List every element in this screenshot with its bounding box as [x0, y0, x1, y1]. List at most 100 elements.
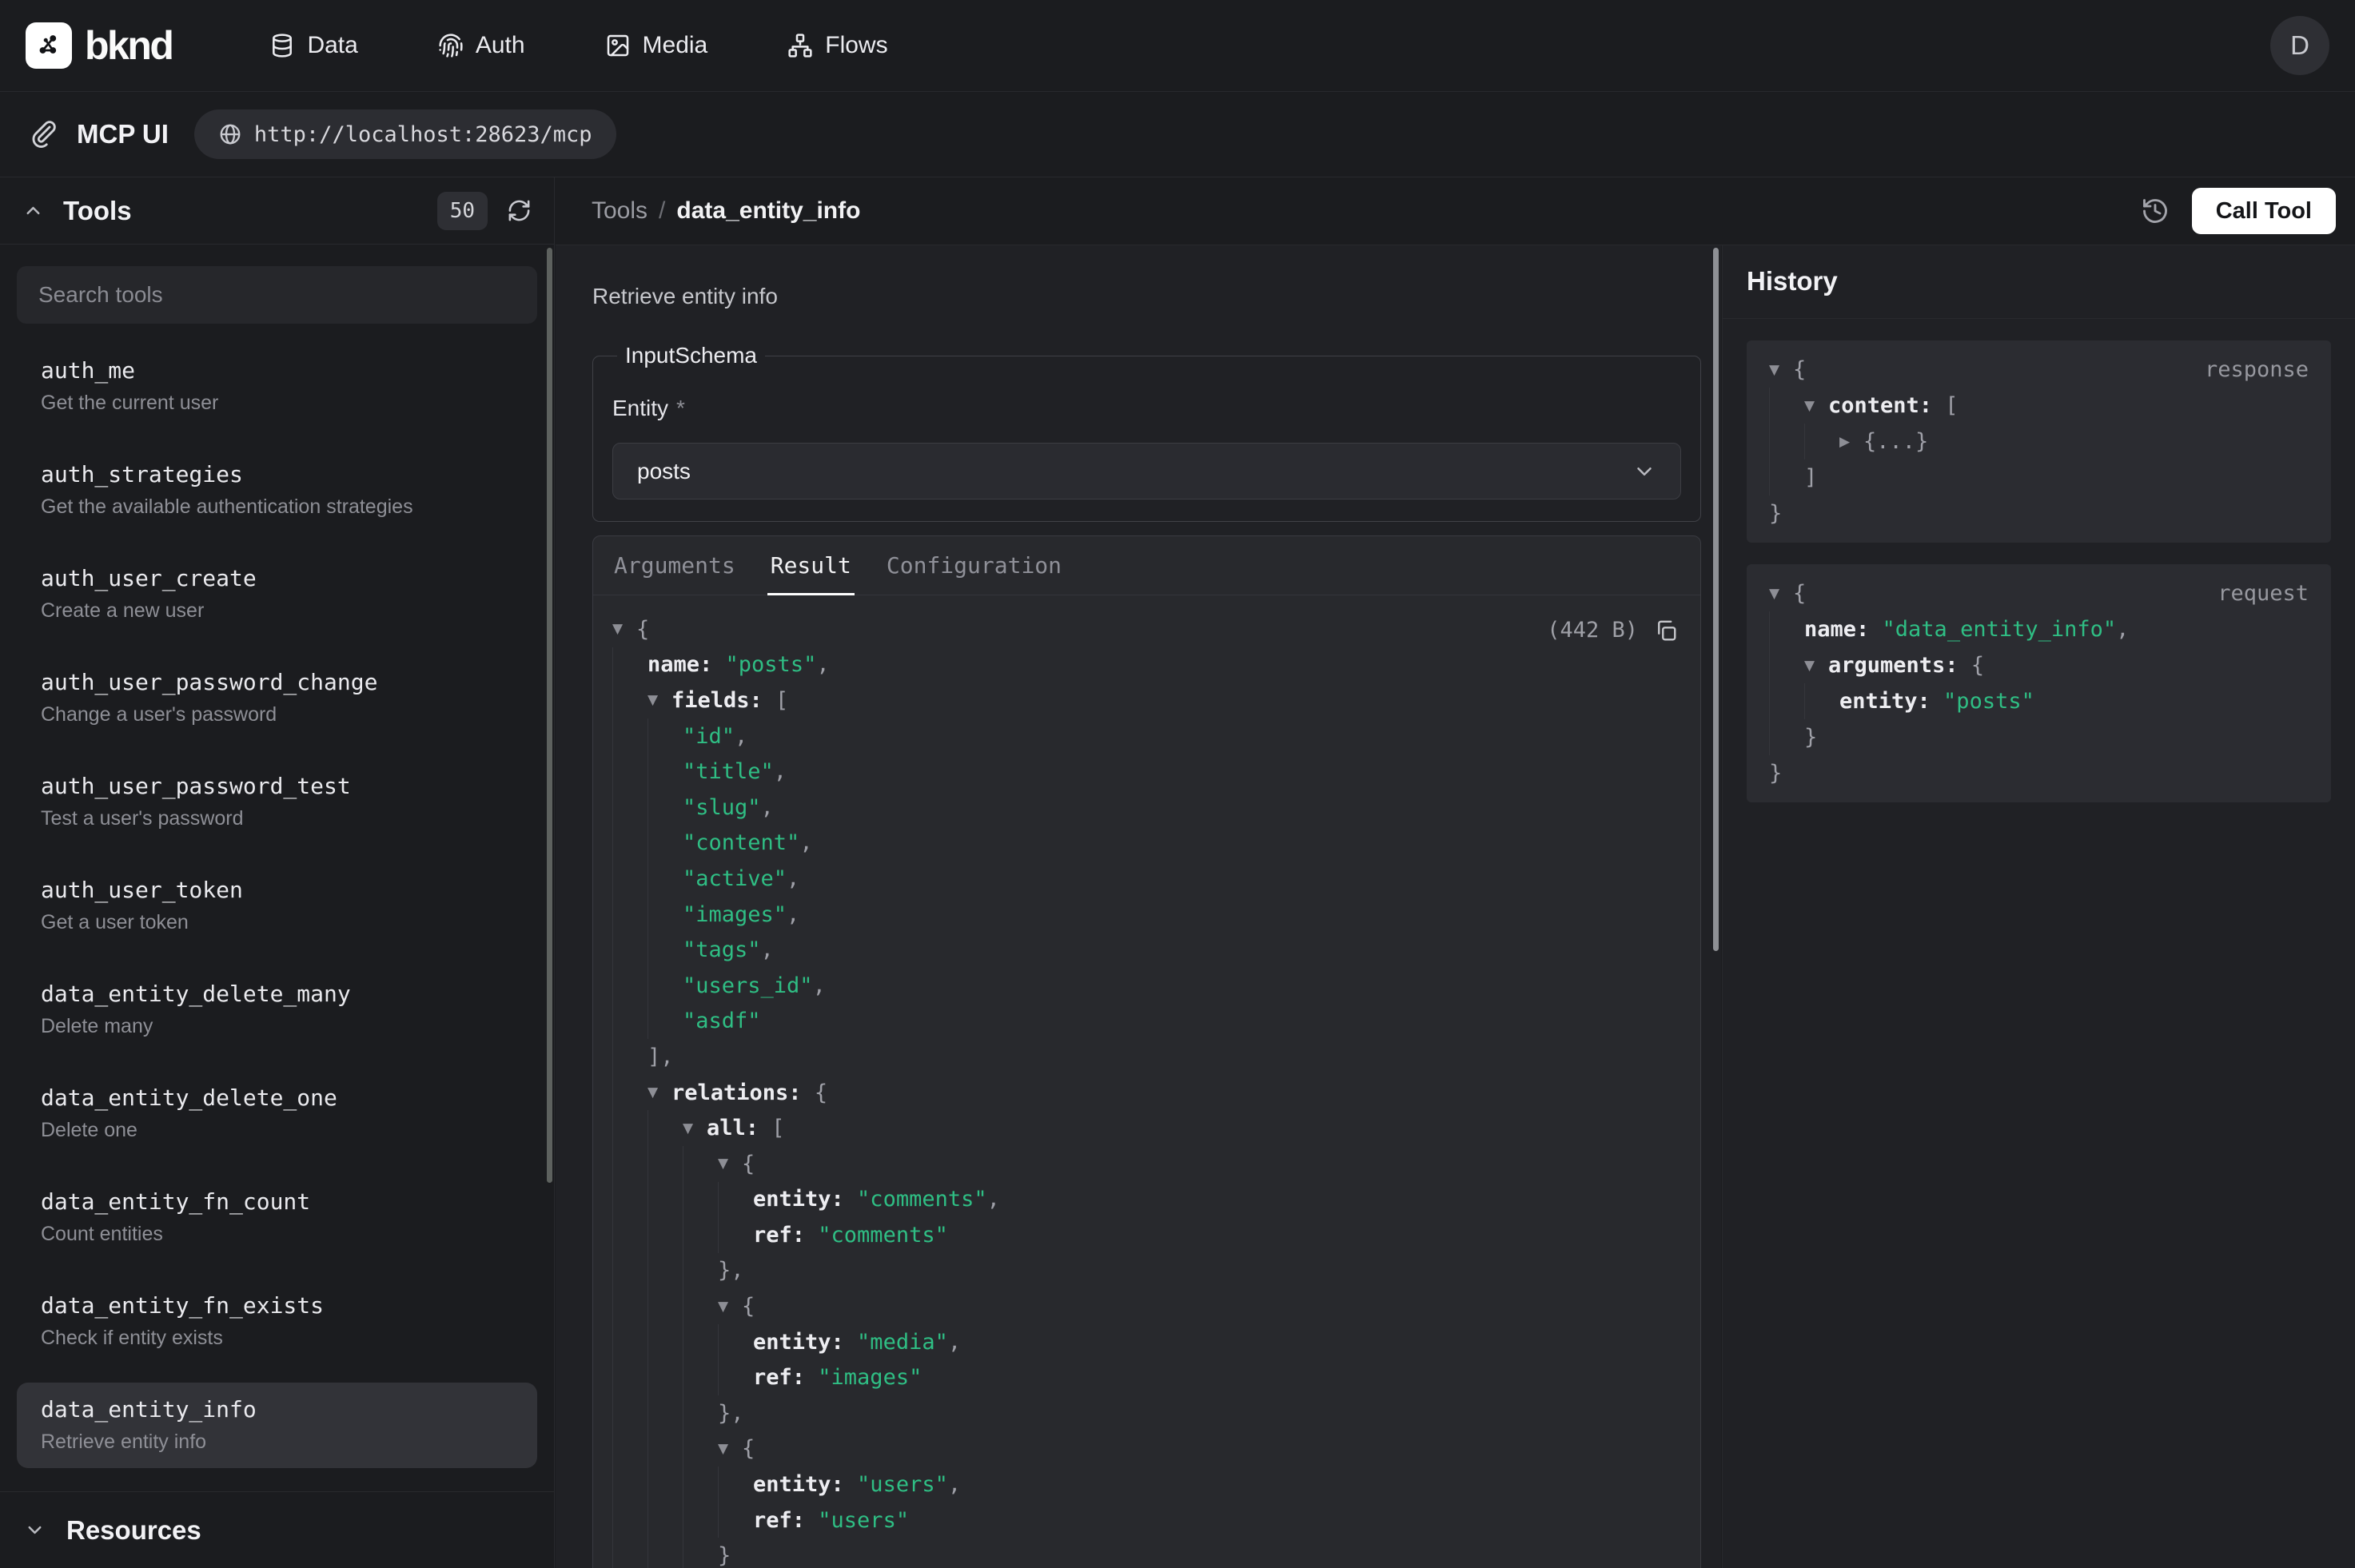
indent-guide [1769, 647, 1804, 683]
entity-select[interactable]: posts [612, 443, 1681, 499]
entity-select-value: posts [637, 459, 691, 484]
globe-icon [218, 122, 242, 146]
input-schema-legend: InputSchema [617, 343, 765, 368]
expand-toggle-icon[interactable]: ▼ [718, 1441, 742, 1457]
chevron-down-icon [24, 1519, 46, 1541]
bknd-logo[interactable]: bknd [26, 22, 172, 69]
expand-toggle-icon[interactable]: ▼ [612, 621, 636, 637]
main-scrollbar[interactable] [1713, 248, 1719, 951]
tool-item-data_entity_delete_many[interactable]: data_entity_delete_manyDelete many [17, 967, 537, 1053]
tab-result[interactable]: Result [771, 536, 851, 595]
tool-item-data_entity_fn_count[interactable]: data_entity_fn_countCount entities [17, 1175, 537, 1260]
expand-toggle-icon[interactable]: ▼ [1769, 586, 1793, 602]
tool-item-auth_user_token[interactable]: auth_user_tokenGet a user token [17, 863, 537, 949]
tool-item-auth_me[interactable]: auth_meGet the current user [17, 344, 537, 429]
expand-toggle-icon[interactable]: ▼ [718, 1299, 742, 1315]
history-entry-request[interactable]: request▼{name: "data_entity_info",▼argum… [1747, 564, 2331, 802]
tool-list: auth_meGet the current user auth_strategi… [0, 324, 554, 1468]
json-line: ▼all: [ [612, 1110, 1681, 1146]
resources-section-header[interactable]: Resources [0, 1491, 554, 1568]
tools-section-title: Tools [63, 196, 132, 226]
history-entry-response[interactable]: response▼{▼content: [▶{...}]} [1747, 340, 2331, 543]
main-header: Tools / data_entity_info Call Tool [556, 177, 2355, 245]
expand-toggle-icon[interactable]: ▼ [1804, 398, 1828, 414]
nav-item-auth[interactable]: Auth [438, 32, 525, 59]
indent-guide [1769, 424, 1804, 460]
tab-configuration[interactable]: Configuration [887, 536, 1062, 595]
avatar[interactable]: D [2270, 16, 2329, 75]
json-line: "content", [612, 826, 1681, 862]
breadcrumb-separator: / [659, 197, 665, 225]
image-icon [605, 33, 631, 58]
indent-guide [612, 1359, 648, 1395]
indent-guide [648, 932, 683, 968]
tool-item-data_entity_fn_exists[interactable]: data_entity_fn_existsCheck if entity exi… [17, 1279, 537, 1364]
tool-description: Change a user's password [41, 703, 513, 726]
tool-name: auth_user_create [41, 566, 513, 591]
indent-guide [683, 1253, 718, 1289]
json-line: ▼{ [612, 1146, 1681, 1182]
indent-guide [648, 826, 683, 862]
tool-name: data_entity_info [41, 1397, 513, 1423]
nav-item-media[interactable]: Media [605, 32, 708, 59]
expand-toggle-icon[interactable]: ▼ [648, 1084, 671, 1100]
brand-name: bknd [85, 22, 172, 69]
indent-guide [612, 826, 648, 862]
json-line: }, [612, 1253, 1681, 1289]
indent-guide [648, 1467, 683, 1502]
tab-bar: Arguments Result Configuration [593, 536, 1700, 595]
mcp-title: MCP UI [77, 119, 169, 149]
indent-guide [683, 1395, 718, 1431]
json-line: }, [612, 1395, 1681, 1431]
expand-toggle-icon[interactable]: ▼ [1769, 362, 1793, 378]
expand-toggle-icon[interactable]: ▼ [683, 1120, 707, 1136]
indent-guide [612, 861, 648, 897]
expand-toggle-icon[interactable]: ▼ [1804, 658, 1828, 674]
top-nav: Data Auth Media Flows [269, 32, 887, 59]
result-size: (442 B) [1547, 618, 1638, 643]
nav-item-flows[interactable]: Flows [787, 32, 887, 59]
json-line: name: "data_entity_info", [1769, 611, 2309, 647]
sidebar: Tools 50 auth_meGet the current userauth… [0, 177, 555, 1568]
indent-guide [612, 790, 648, 826]
indent-guide [648, 1146, 683, 1182]
indent-guide [683, 1359, 718, 1395]
tool-description: Retrieve entity info [592, 283, 1701, 310]
database-icon [269, 33, 295, 58]
nav-item-label: Data [307, 32, 357, 59]
call-tool-button[interactable]: Call Tool [2192, 188, 2336, 234]
json-line: ref: "comments" [612, 1217, 1681, 1253]
tool-description: Delete many [41, 1015, 513, 1038]
nav-item-data[interactable]: Data [269, 32, 357, 59]
chevron-up-icon [22, 200, 44, 221]
history-icon[interactable] [2141, 197, 2170, 225]
indent-guide [612, 647, 648, 683]
server-url-pill[interactable]: http://localhost:28623/mcp [194, 109, 616, 159]
indent-guide [612, 1217, 648, 1253]
expand-toggle-icon[interactable]: ▼ [718, 1156, 742, 1172]
copy-icon[interactable] [1654, 619, 1678, 643]
tool-description: Get a user token [41, 911, 513, 934]
json-line: ref: "users" [612, 1502, 1681, 1538]
tool-description: Retrieve entity info [41, 1431, 513, 1454]
indent-guide [648, 1288, 683, 1324]
search-input[interactable] [17, 266, 537, 324]
tool-item-data_entity_delete_one[interactable]: data_entity_delete_oneDelete one [17, 1071, 537, 1156]
tool-item-data_entity_info[interactable]: data_entity_info Retrieve entity info [17, 1383, 537, 1468]
tab-arguments[interactable]: Arguments [614, 536, 735, 595]
tool-item-auth_user_password_test[interactable]: auth_user_password_testTest a user's pas… [17, 759, 537, 845]
result-panel: Arguments Result Configuration (442 B) ▼{n… [592, 535, 1701, 1568]
tool-name: data_entity_delete_one [41, 1085, 513, 1111]
tool-item-auth_strategies[interactable]: auth_strategiesGet the available authent… [17, 448, 537, 533]
tool-name: data_entity_fn_count [41, 1189, 513, 1215]
expand-toggle-icon[interactable]: ▼ [648, 692, 671, 708]
expand-toggle-icon[interactable]: ▶ [1839, 434, 1863, 450]
tool-item-auth_user_password_change[interactable]: auth_user_password_changeChange a user's… [17, 655, 537, 741]
tool-item-auth_user_create[interactable]: auth_user_createCreate a new user [17, 551, 537, 637]
refresh-icon[interactable] [507, 198, 532, 223]
tools-section-header[interactable]: Tools 50 [0, 177, 554, 245]
breadcrumb-section[interactable]: Tools [592, 197, 648, 225]
result-json-viewer: (442 B) ▼{name: "posts",▼fields: ["id","… [593, 595, 1700, 1568]
sidebar-scrollbar[interactable] [547, 248, 552, 1183]
tool-name: auth_user_password_test [41, 774, 513, 799]
